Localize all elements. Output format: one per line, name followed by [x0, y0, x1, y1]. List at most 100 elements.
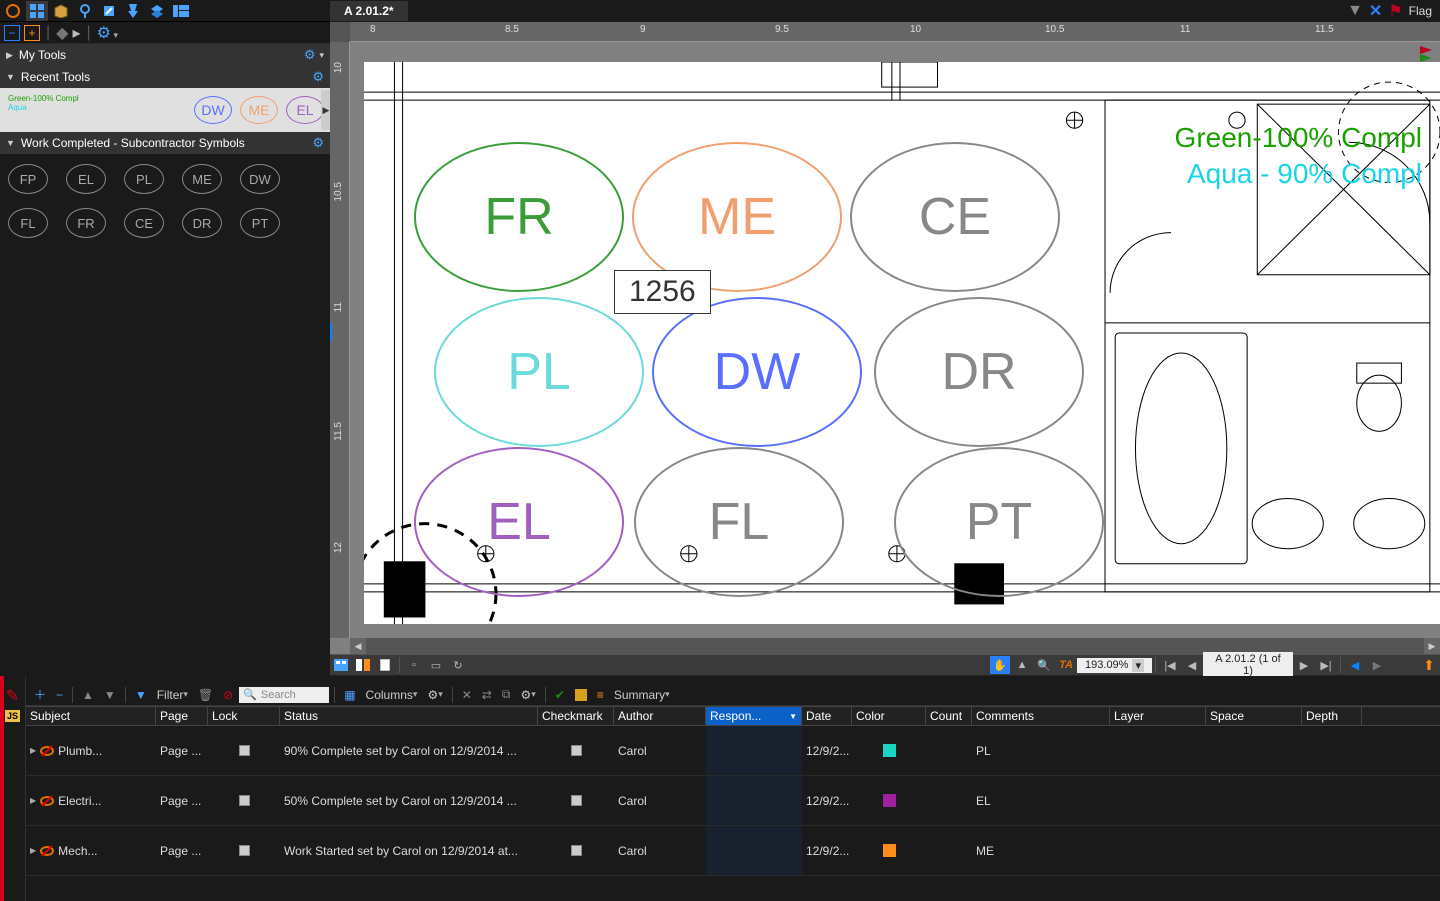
col-responsibility[interactable]: Respon...: [706, 707, 802, 725]
trade-ellipse-fl[interactable]: FL: [634, 447, 844, 597]
tool-icon[interactable]: ▸: [72, 23, 80, 43]
symbol-ce[interactable]: CE: [124, 208, 164, 238]
document-tab[interactable]: A 2.01.2*: [330, 1, 408, 21]
drawing-canvas[interactable]: FRMECEPLDWDRELFLPT 1256 Green-100% Compl…: [364, 62, 1440, 624]
swap-icon[interactable]: ⇄: [478, 686, 496, 704]
check-sheet-icon[interactable]: ✔: [551, 686, 569, 704]
flag-sheet-icon[interactable]: [571, 686, 591, 704]
close-icon[interactable]: ✕: [1369, 1, 1382, 21]
remove-button[interactable]: −: [52, 686, 67, 704]
symbol-fr[interactable]: FR: [66, 208, 106, 238]
prev-page-icon[interactable]: ◀: [1182, 656, 1202, 674]
thumb-view-icon[interactable]: [331, 656, 351, 674]
scroll-left-icon[interactable]: ◀: [350, 638, 366, 654]
col-space[interactable]: Space: [1206, 707, 1302, 725]
pencil-icon[interactable]: ✎: [6, 686, 19, 706]
next-view-icon[interactable]: ▶: [1367, 656, 1387, 674]
fit-page-icon[interactable]: ▫: [404, 656, 424, 674]
x-icon[interactable]: ✕: [458, 686, 476, 704]
recent-tool-symbol[interactable]: ME: [240, 96, 278, 124]
lock-checkbox[interactable]: [239, 745, 250, 756]
checkmark-checkbox[interactable]: [571, 745, 582, 756]
symbol-dr[interactable]: DR: [182, 208, 222, 238]
trade-ellipse-pt[interactable]: PT: [894, 447, 1104, 597]
recent-tool-symbol[interactable]: EL: [286, 96, 324, 124]
js-icon[interactable]: JS: [5, 710, 20, 722]
next-page-icon[interactable]: ▶: [1294, 656, 1314, 674]
collapse-all-button[interactable]: −: [4, 25, 20, 41]
symbol-fp[interactable]: FP: [8, 164, 48, 194]
col-status[interactable]: Status: [280, 707, 538, 725]
table-row[interactable]: ▶Mech...Page ...Work Started set by Caro…: [26, 826, 1440, 876]
move-down-icon[interactable]: ▼: [100, 686, 120, 704]
toolbar-pin-icon[interactable]: [74, 1, 96, 21]
my-tools-header[interactable]: ▶ My Tools ⚙ ▾: [0, 44, 330, 66]
zoom-level-field[interactable]: 193.09%▾: [1077, 658, 1152, 673]
gear-icon[interactable]: ⚙: [312, 135, 324, 151]
tool-icon[interactable]: ◆: [56, 23, 68, 43]
toolbar-edit-icon[interactable]: [98, 1, 120, 21]
rotate-icon[interactable]: ↻: [448, 656, 468, 674]
lock-checkbox[interactable]: [239, 795, 250, 806]
trade-ellipse-ce[interactable]: CE: [850, 142, 1060, 292]
panel-resize-handle[interactable]: [330, 322, 332, 342]
flag-icon[interactable]: ⚑: [1388, 1, 1402, 21]
page-view-icon[interactable]: [375, 656, 395, 674]
prev-view-icon[interactable]: ◀: [1345, 656, 1365, 674]
table-row[interactable]: ▶Plumb...Page ...90% Complete set by Car…: [26, 726, 1440, 776]
search-input[interactable]: 🔍 Search: [239, 687, 329, 703]
columns-icon[interactable]: ▦: [340, 686, 359, 704]
gear-icon[interactable]: ⚙: [516, 686, 539, 704]
col-subject[interactable]: Subject: [26, 707, 156, 725]
recent-tools-header[interactable]: ▼ Recent Tools ⚙: [0, 66, 330, 88]
add-button[interactable]: ＋: [30, 686, 50, 704]
pan-tool-icon[interactable]: ✋: [990, 656, 1010, 674]
list-icon[interactable]: ≡: [593, 686, 608, 704]
clear-filter-icon[interactable]: ⊘: [219, 686, 237, 704]
col-date[interactable]: Date: [802, 707, 852, 725]
copy-icon[interactable]: ⧉: [498, 686, 515, 704]
symbol-el[interactable]: EL: [66, 164, 106, 194]
trade-ellipse-el[interactable]: EL: [414, 447, 624, 597]
col-page[interactable]: Page: [156, 707, 208, 725]
text-select-icon[interactable]: TA: [1056, 656, 1076, 674]
filter-icon[interactable]: ▼: [131, 686, 151, 704]
expand-all-button[interactable]: +: [24, 25, 40, 41]
col-layer[interactable]: Layer: [1110, 707, 1206, 725]
fit-width-icon[interactable]: ▭: [426, 656, 446, 674]
checkmark-checkbox[interactable]: [571, 845, 582, 856]
col-comments[interactable]: Comments: [972, 707, 1110, 725]
col-lock[interactable]: Lock: [208, 707, 280, 725]
trash-icon[interactable]: 🗑: [194, 686, 217, 704]
col-color[interactable]: Color: [852, 707, 926, 725]
toolbar-panels-icon[interactable]: [170, 1, 192, 21]
symbol-pt[interactable]: PT: [240, 208, 280, 238]
symbol-me[interactable]: ME: [182, 164, 222, 194]
select-tool-icon[interactable]: ▲: [1012, 656, 1032, 674]
symbol-dw[interactable]: DW: [240, 164, 280, 194]
trade-ellipse-dr[interactable]: DR: [874, 297, 1084, 447]
col-author[interactable]: Author: [614, 707, 706, 725]
caret-down-icon[interactable]: ▼: [1347, 2, 1363, 20]
first-page-icon[interactable]: |◀: [1160, 656, 1180, 674]
toolbar-box-icon[interactable]: [50, 1, 72, 21]
symbol-pl[interactable]: PL: [124, 164, 164, 194]
columns-button[interactable]: Columns: [362, 686, 422, 704]
filter-button[interactable]: Filter: [153, 686, 192, 704]
split-view-icon[interactable]: [353, 656, 373, 674]
up-arrow-icon[interactable]: ⬆: [1419, 656, 1439, 674]
table-row[interactable]: ▶Electri...Page ...50% Complete set by C…: [26, 776, 1440, 826]
trade-ellipse-fr[interactable]: FR: [414, 142, 624, 292]
col-count[interactable]: Count: [926, 707, 972, 725]
gear-icon[interactable]: ⚙: [97, 23, 118, 43]
trade-ellipse-dw[interactable]: DW: [652, 297, 862, 447]
move-up-icon[interactable]: ▲: [78, 686, 98, 704]
toolbar-pushpin-icon[interactable]: [122, 1, 144, 21]
flag-colored-icon[interactable]: [1420, 46, 1436, 67]
page-indicator[interactable]: A 2.01.2 (1 of 1): [1203, 652, 1293, 678]
col-depth[interactable]: Depth: [1302, 707, 1362, 725]
trade-ellipse-pl[interactable]: PL: [434, 297, 644, 447]
checkmark-checkbox[interactable]: [571, 795, 582, 806]
toolbar-grid-icon[interactable]: [26, 1, 48, 21]
recent-tool-symbol[interactable]: DW: [194, 96, 232, 124]
